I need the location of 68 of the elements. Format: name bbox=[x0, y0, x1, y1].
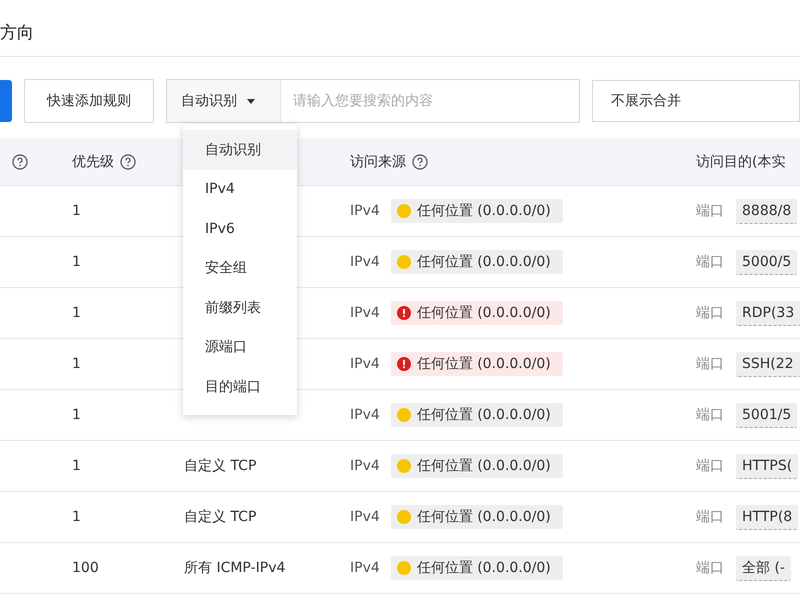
merge-select[interactable]: 不展示合并 bbox=[592, 80, 800, 122]
port-label: 端口 bbox=[696, 355, 724, 373]
dropdown-option[interactable]: 安全组 bbox=[183, 248, 297, 288]
source-tag: 任何位置 (0.0.0.0/0) bbox=[390, 505, 563, 529]
ip-version-text: IPv4 bbox=[350, 305, 380, 321]
ip-version-text: IPv4 bbox=[350, 560, 380, 576]
column-header: 访问来源 bbox=[350, 152, 406, 170]
search-field[interactable]: 请输入您要搜索的内容 bbox=[281, 79, 580, 123]
status-dot-icon bbox=[396, 204, 411, 218]
ip-version-text: IPv4 bbox=[350, 458, 380, 474]
source-tag: 任何位置 (0.0.0.0/0) bbox=[390, 403, 563, 427]
priority-cell: 1 bbox=[72, 356, 81, 372]
port-label: 端口 bbox=[696, 559, 724, 577]
source-tag: 任何位置 (0.0.0.0/0) bbox=[390, 301, 563, 325]
port-tag: HTTPS( bbox=[736, 454, 798, 478]
ip-version-text: IPv4 bbox=[350, 254, 380, 270]
quick-add-button[interactable]: 快速添加规则 bbox=[24, 79, 154, 123]
source-tag: 任何位置 (0.0.0.0/0) bbox=[390, 199, 563, 223]
primary-button[interactable] bbox=[0, 80, 12, 122]
priority-cell: 1 bbox=[72, 458, 81, 474]
status-dot-icon bbox=[396, 408, 411, 422]
column-header: 访问目的(本实 bbox=[696, 152, 786, 170]
section-title: 方向 bbox=[0, 22, 34, 45]
dropdown-option[interactable]: 源端口 bbox=[183, 328, 297, 367]
protocol-cell: 自定义 TCP bbox=[184, 458, 256, 474]
port-label: 端口 bbox=[696, 304, 724, 322]
status-dot-icon bbox=[396, 510, 411, 524]
dropdown-option[interactable]: 目的端口 bbox=[183, 367, 297, 406]
source-tag: 任何位置 (0.0.0.0/0) bbox=[390, 454, 563, 478]
priority-cell: 100 bbox=[72, 560, 99, 576]
port-label: 端口 bbox=[696, 202, 724, 220]
priority-cell: 1 bbox=[72, 254, 81, 270]
port-label: 端口 bbox=[696, 253, 724, 271]
port-tag: 5000/5 bbox=[736, 250, 798, 274]
status-dot-icon bbox=[396, 561, 411, 575]
ip-version-text: IPv4 bbox=[350, 407, 380, 423]
port-label: 端口 bbox=[696, 406, 724, 424]
alert-icon bbox=[396, 306, 411, 320]
priority-cell: 1 bbox=[72, 203, 81, 219]
priority-cell: 1 bbox=[72, 305, 81, 321]
ip-version-text: IPv4 bbox=[350, 203, 380, 219]
status-dot-icon bbox=[396, 255, 411, 269]
dropdown-option[interactable]: IPv4 bbox=[183, 170, 297, 209]
port-tag: RDP(33 bbox=[736, 300, 800, 326]
dropdown-option[interactable]: 自动识别 bbox=[183, 130, 297, 170]
caret-icon bbox=[247, 98, 255, 104]
port-label: 端口 bbox=[696, 457, 724, 475]
status-dot-icon bbox=[396, 459, 411, 473]
source-tag: 任何位置 (0.0.0.0/0) bbox=[390, 250, 563, 274]
port-tag: 全部 (- bbox=[736, 556, 791, 580]
port-tag: 5001/5 bbox=[736, 402, 798, 428]
ip-version-text: IPv4 bbox=[350, 509, 380, 525]
source-tag: 任何位置 (0.0.0.0/0) bbox=[390, 352, 563, 376]
dropdown-option[interactable]: 前缀列表 bbox=[183, 288, 297, 328]
source-tag: 任何位置 (0.0.0.0/0) bbox=[390, 556, 563, 580]
priority-cell: 1 bbox=[72, 407, 81, 423]
search-type-select[interactable]: 自动识别 bbox=[166, 79, 281, 123]
port-tag: HTTP(8 bbox=[736, 504, 798, 530]
column-header: 优先级 bbox=[72, 152, 114, 170]
protocol-cell: 自定义 TCP bbox=[184, 509, 256, 525]
port-tag: SSH(22 bbox=[736, 352, 800, 376]
ip-version-text: IPv4 bbox=[350, 356, 380, 372]
alert-icon bbox=[396, 357, 411, 371]
port-tag: 8888/8 bbox=[736, 198, 798, 224]
protocol-cell: 所有 ICMP-IPv4 bbox=[184, 560, 286, 576]
port-label: 端口 bbox=[696, 508, 724, 526]
priority-cell: 1 bbox=[72, 509, 81, 525]
dropdown-option[interactable]: IPv6 bbox=[183, 209, 297, 248]
